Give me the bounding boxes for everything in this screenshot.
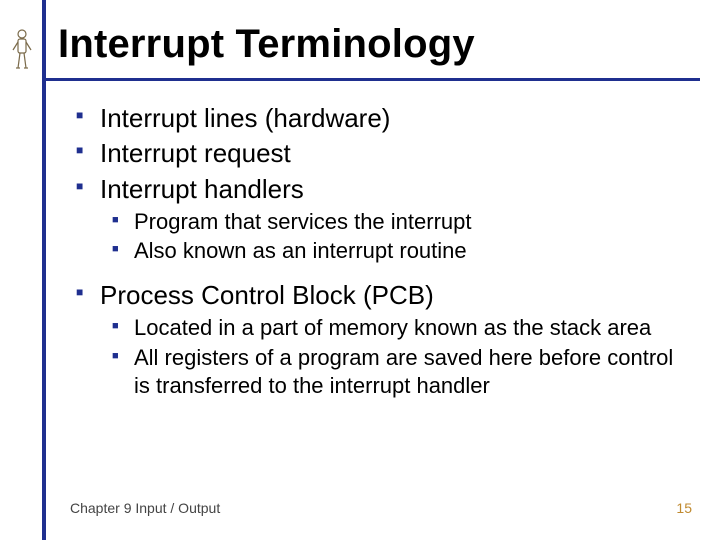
sub-list: Located in a part of memory known as the…: [106, 314, 690, 399]
slide-title: Interrupt Terminology: [58, 22, 475, 67]
slide: Interrupt Terminology Interrupt lines (h…: [0, 0, 720, 540]
footer-page-number: 15: [676, 500, 692, 516]
bullet-level2: Program that services the interrupt: [106, 208, 690, 236]
bullet-text: Located in a part of memory known as the…: [134, 315, 651, 340]
sub-list: Program that services the interrupt Also…: [106, 208, 690, 265]
bullet-level2: Located in a part of memory known as the…: [106, 314, 690, 342]
bullet-text: Also known as an interrupt routine: [134, 238, 467, 263]
slide-body: Interrupt lines (hardware) Interrupt req…: [72, 100, 690, 406]
bullet-level2: Also known as an interrupt routine: [106, 237, 690, 265]
bullet-level1: Interrupt lines (hardware): [72, 102, 690, 135]
bullet-text: Interrupt lines (hardware): [100, 103, 390, 133]
logo-icon: [10, 28, 34, 72]
vertical-rule: [42, 0, 46, 540]
bullet-level1: Interrupt handlers: [72, 173, 690, 206]
bullet-text: Interrupt request: [100, 138, 291, 168]
bullet-text: Program that services the interrupt: [134, 209, 471, 234]
bullet-text: Interrupt handlers: [100, 174, 304, 204]
bullet-level1: Process Control Block (PCB): [72, 279, 690, 312]
bullet-text: Process Control Block (PCB): [100, 280, 434, 310]
footer-chapter: Chapter 9 Input / Output: [70, 500, 220, 516]
horizontal-rule: [46, 78, 700, 81]
bullet-text: All registers of a program are saved her…: [134, 345, 673, 398]
bullet-level2: All registers of a program are saved her…: [106, 344, 690, 400]
bullet-level1: Interrupt request: [72, 137, 690, 170]
